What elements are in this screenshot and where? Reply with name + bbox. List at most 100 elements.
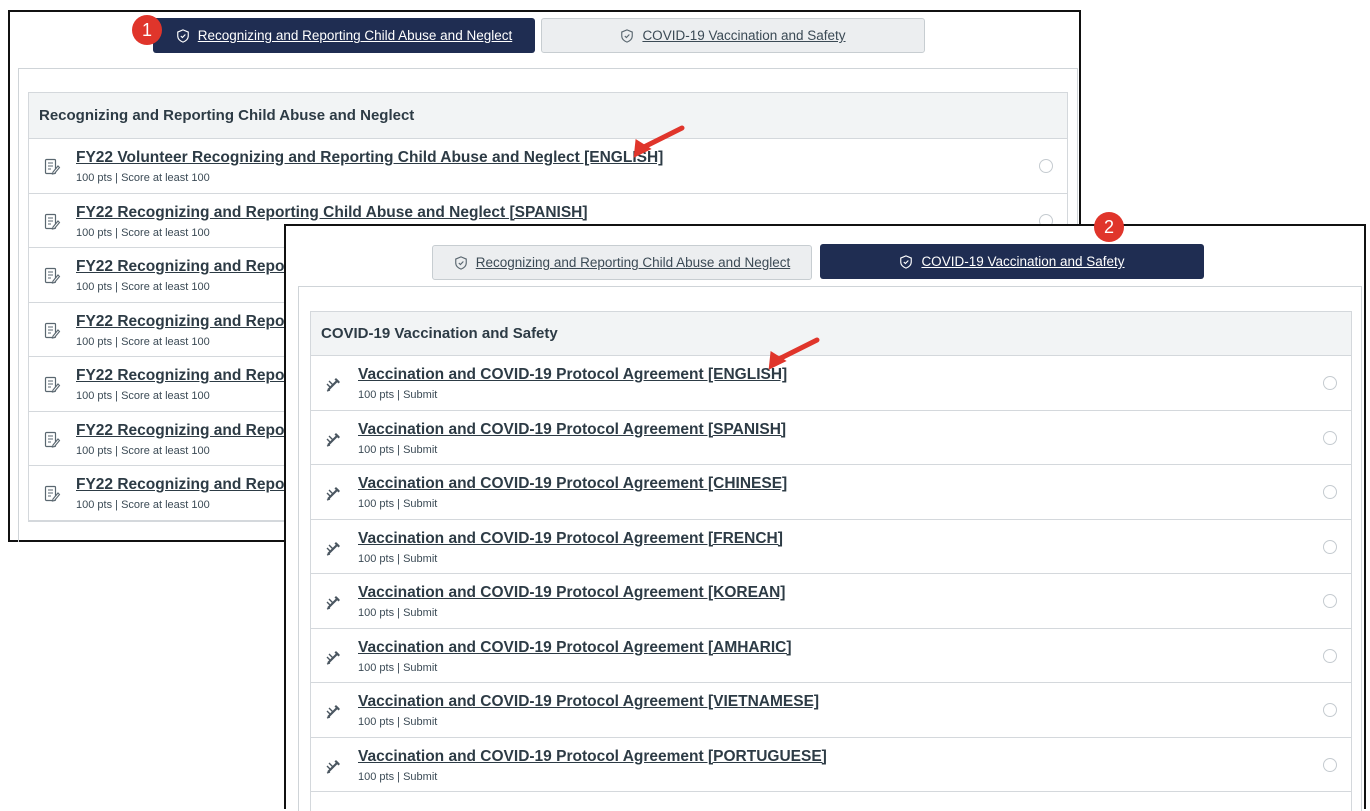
tab-child-abuse[interactable]: Recognizing and Reporting Child Abuse an… xyxy=(153,18,535,53)
item-meta: 100 pts | Submit xyxy=(358,716,437,728)
module-item-row[interactable]: FY22 Volunteer Recognizing and Reporting… xyxy=(29,139,1067,194)
pointer-arrow-icon xyxy=(768,337,820,370)
item-points: 100 pts xyxy=(358,443,395,456)
assignment-icon xyxy=(325,702,343,720)
item-title-link[interactable]: FY22 Recognizing and Report xyxy=(76,367,296,385)
meta-separator: | xyxy=(112,226,122,239)
tab-child-abuse[interactable]: Recognizing and Reporting Child Abuse an… xyxy=(432,245,812,280)
item-meta: 100 pts | Submit xyxy=(358,498,437,510)
item-requirement: Score at least 100 xyxy=(121,172,210,184)
assignment-icon xyxy=(325,539,343,557)
item-meta: 100 pts | Score at least 100 xyxy=(76,172,210,184)
quiz-icon xyxy=(43,158,61,176)
item-title-link[interactable]: Vaccination and COVID-19 Protocol Agreem… xyxy=(358,748,827,766)
item-title-link[interactable]: Vaccination and COVID-19 Protocol Agreem… xyxy=(358,584,785,602)
shield-check-icon xyxy=(621,28,634,43)
module-item-row[interactable]: Vaccination and COVID-19 Protocol Agreem… xyxy=(311,356,1351,411)
assignment-icon xyxy=(325,484,343,502)
completion-status-indicator xyxy=(1323,703,1337,717)
quiz-icon xyxy=(43,485,61,503)
module-items: Vaccination and COVID-19 Protocol Agreem… xyxy=(311,356,1351,792)
item-requirement: Score at least 100 xyxy=(121,444,210,457)
item-title-link[interactable]: Vaccination and COVID-19 Protocol Agreem… xyxy=(358,693,819,711)
completion-status-indicator xyxy=(1323,648,1337,663)
item-title-link[interactable]: FY22 Recognizing and Report xyxy=(76,476,296,494)
item-requirement: Submit xyxy=(403,498,438,510)
item-title-link[interactable]: FY22 Recognizing and Report xyxy=(76,422,296,440)
completion-status-indicator xyxy=(1323,485,1337,499)
module-item-row[interactable]: Vaccination and COVID-19 Protocol Agreem… xyxy=(311,738,1351,792)
meta-separator: | xyxy=(394,607,404,619)
item-requirement: Submit xyxy=(403,661,438,674)
completion-status-indicator xyxy=(1323,594,1337,608)
meta-separator: | xyxy=(112,335,122,348)
quiz-icon xyxy=(43,213,61,231)
item-meta: 100 pts | Submit xyxy=(358,662,437,674)
quiz-icon xyxy=(43,376,61,394)
completion-status-indicator xyxy=(1323,539,1337,554)
item-points: 100 pts xyxy=(76,499,113,511)
item-points: 100 pts xyxy=(358,389,395,401)
tab-label: Recognizing and Reporting Child Abuse an… xyxy=(475,255,791,270)
completion-status-indicator xyxy=(1323,757,1337,772)
item-meta: 100 pts | Score at least 100 xyxy=(76,227,210,239)
item-points: 100 pts xyxy=(76,281,113,293)
step-badge: 2 xyxy=(1094,212,1124,242)
item-title-link[interactable]: FY22 Recognizing and Report xyxy=(76,258,296,276)
item-points: 100 pts xyxy=(358,661,395,674)
meta-separator: | xyxy=(394,770,404,783)
item-requirement: Submit xyxy=(403,607,438,619)
item-meta: 100 pts | Submit xyxy=(358,389,437,401)
item-title-link[interactable]: Vaccination and COVID-19 Protocol Agreem… xyxy=(358,639,792,657)
item-title-link[interactable]: FY22 Recognizing and Reporting Child Abu… xyxy=(76,204,588,222)
module-item-row[interactable]: Vaccination and COVID-19 Protocol Agreem… xyxy=(311,574,1351,629)
meta-separator: | xyxy=(112,444,122,457)
item-title-link[interactable]: Vaccination and COVID-19 Protocol Agreem… xyxy=(358,421,786,439)
item-title-link[interactable]: Vaccination and COVID-19 Protocol Agreem… xyxy=(358,475,787,493)
module-item-row[interactable]: Vaccination and COVID-19 Protocol Agreem… xyxy=(311,465,1351,520)
meta-separator: | xyxy=(394,389,404,401)
assignment-icon xyxy=(325,648,343,666)
meta-separator: | xyxy=(112,281,122,293)
item-requirement: Score at least 100 xyxy=(121,499,210,511)
item-requirement: Score at least 100 xyxy=(121,390,210,402)
item-meta: 100 pts | Score at least 100 xyxy=(76,445,210,457)
item-meta: 100 pts | Submit xyxy=(358,553,437,565)
tab-label: Recognizing and Reporting Child Abuse an… xyxy=(197,28,513,43)
tab-covid[interactable]: COVID-19 Vaccination and Safety xyxy=(541,18,925,53)
module-header: Recognizing and Reporting Child Abuse an… xyxy=(29,93,1067,139)
item-requirement: Submit xyxy=(403,716,438,728)
tab-covid[interactable]: COVID-19 Vaccination and Safety xyxy=(820,244,1204,279)
item-requirement: Submit xyxy=(403,552,438,565)
meta-separator: | xyxy=(112,499,122,511)
item-title-link[interactable]: Vaccination and COVID-19 Protocol Agreem… xyxy=(358,530,783,548)
module-covid: COVID-19 Vaccination and Safety Vaccinat… xyxy=(310,311,1352,811)
item-requirement: Submit xyxy=(403,770,438,783)
item-points: 100 pts xyxy=(76,335,113,348)
module-item-row[interactable]: Vaccination and COVID-19 Protocol Agreem… xyxy=(311,629,1351,683)
item-title-link[interactable]: FY22 Volunteer Recognizing and Reporting… xyxy=(76,149,663,167)
item-points: 100 pts xyxy=(358,716,395,728)
module-item-row[interactable]: Vaccination and COVID-19 Protocol Agreem… xyxy=(311,683,1351,738)
item-points: 100 pts xyxy=(76,226,113,239)
item-points: 100 pts xyxy=(358,498,395,510)
item-meta: 100 pts | Score at least 100 xyxy=(76,281,210,293)
item-title-link[interactable]: FY22 Recognizing and Report xyxy=(76,313,296,331)
item-meta: 100 pts | Submit xyxy=(358,771,437,783)
module-header: COVID-19 Vaccination and Safety xyxy=(311,312,1351,356)
assignment-icon xyxy=(325,757,343,775)
module-item-row[interactable]: Vaccination and COVID-19 Protocol Agreem… xyxy=(311,520,1351,574)
item-requirement: Score at least 100 xyxy=(121,281,210,293)
item-meta: 100 pts | Score at least 100 xyxy=(76,499,210,511)
meta-separator: | xyxy=(394,498,404,510)
completion-status-indicator xyxy=(1039,159,1053,173)
step-badge: 1 xyxy=(132,15,162,45)
meta-separator: | xyxy=(394,552,404,565)
shield-check-icon xyxy=(900,254,913,269)
item-title-link[interactable]: Vaccination and COVID-19 Protocol Agreem… xyxy=(358,366,787,384)
meta-separator: | xyxy=(394,661,404,674)
module-item-row[interactable]: Vaccination and COVID-19 Protocol Agreem… xyxy=(311,411,1351,465)
item-meta: 100 pts | Submit xyxy=(358,607,437,619)
completion-status-indicator xyxy=(1323,376,1337,390)
item-requirement: Score at least 100 xyxy=(121,335,210,348)
